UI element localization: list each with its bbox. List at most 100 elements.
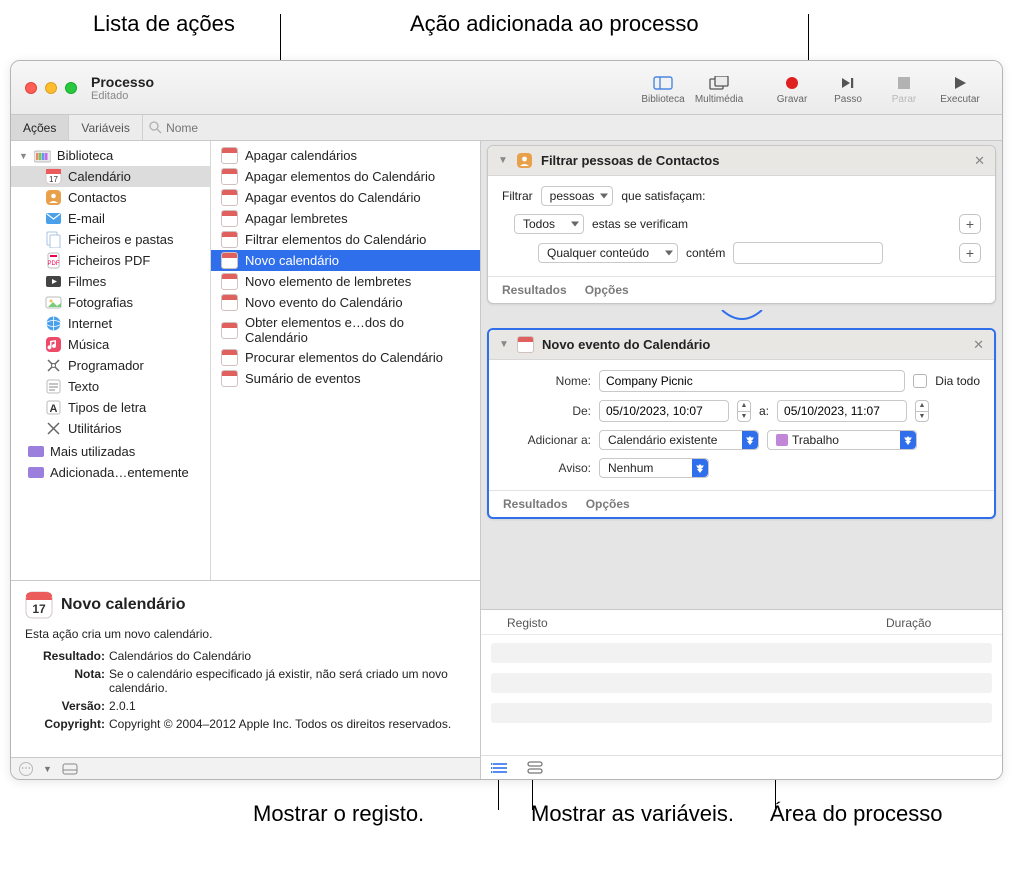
calendar-icon: [221, 147, 238, 164]
to-stepper[interactable]: ▲▼: [915, 400, 929, 422]
sidebar-most-used[interactable]: Mais utilizadas: [11, 441, 210, 462]
show-log-button[interactable]: [491, 761, 509, 775]
disclosure-icon[interactable]: ▼: [499, 339, 509, 350]
add-to-popup[interactable]: Calendário existente: [599, 430, 759, 450]
action-list-item[interactable]: Procurar elementos do Calendário: [211, 347, 480, 368]
filter-scope-popup[interactable]: Todos: [514, 214, 584, 234]
action-list-item[interactable]: Novo elemento de lembretes: [211, 271, 480, 292]
action-options-tab[interactable]: Opções: [586, 497, 630, 511]
from-stepper[interactable]: ▲▼: [737, 400, 751, 422]
toolbar-library-button[interactable]: Biblioteca: [635, 71, 691, 105]
sidebar-item[interactable]: PDFFicheiros PDF: [11, 250, 210, 271]
log-row: [491, 643, 992, 663]
action-list-item[interactable]: Novo evento do Calendário: [211, 292, 480, 313]
hide-detail-button[interactable]: ⋯: [19, 762, 33, 776]
app-window: Processo Editado Biblioteca Multimédia: [10, 60, 1003, 780]
detail-description: Esta ação cria um novo calendário.: [25, 627, 466, 641]
sidebar-item[interactable]: E-mail: [11, 208, 210, 229]
sidebar-item[interactable]: Utilitários: [11, 418, 210, 439]
add-rule-button[interactable]: +: [959, 243, 981, 263]
action-list-item[interactable]: Apagar lembretes: [211, 208, 480, 229]
close-window-button[interactable]: [25, 82, 37, 94]
alert-popup[interactable]: Nenhum: [599, 458, 709, 478]
action-connector: [481, 310, 1002, 326]
zoom-window-button[interactable]: [65, 82, 77, 94]
workflow-action-filter-contacts[interactable]: ▼ Filtrar pessoas de Contactos ✕ Filtrar…: [487, 145, 996, 304]
run-icon: [950, 75, 970, 91]
event-name-input[interactable]: [599, 370, 905, 392]
category-icon: [45, 378, 62, 395]
workflow-action-new-event[interactable]: ▼ Novo evento do Calendário ✕ Nome: Dia …: [487, 328, 996, 519]
category-icon: A: [45, 399, 62, 416]
calendar-icon: [221, 322, 238, 339]
step-icon: [838, 75, 858, 91]
filter-target-popup[interactable]: pessoas: [541, 186, 614, 206]
action-results-tab[interactable]: Resultados: [502, 283, 567, 297]
sidebar-item[interactable]: Internet: [11, 313, 210, 334]
action-list-item[interactable]: Apagar eventos do Calendário: [211, 187, 480, 208]
workflow-area[interactable]: ▼ Filtrar pessoas de Contactos ✕ Filtrar…: [481, 141, 1002, 609]
sidebar-item[interactable]: Filmes: [11, 271, 210, 292]
sidebar-item[interactable]: ATipos de letra: [11, 397, 210, 418]
actions-list[interactable]: Apagar calendáriosApagar elementos do Ca…: [211, 141, 480, 580]
callout-action-added: Ação adicionada ao processo: [410, 10, 699, 39]
filter-field-popup[interactable]: Qualquer conteúdo: [538, 243, 678, 263]
calendar-popup[interactable]: Trabalho: [767, 430, 917, 450]
smart-folder-icon: [27, 443, 44, 460]
category-icon: [45, 231, 62, 248]
detail-disclosure-icon[interactable]: ▼: [43, 764, 52, 774]
sidebar-item[interactable]: Ficheiros e pastas: [11, 229, 210, 250]
titlebar: Processo Editado Biblioteca Multimédia: [11, 61, 1002, 115]
action-list-item[interactable]: Filtrar elementos do Calendário: [211, 229, 480, 250]
sidebar-item[interactable]: Programador: [11, 355, 210, 376]
svg-text:PDF: PDF: [48, 261, 60, 267]
category-icon: [45, 273, 62, 290]
log-pane: Registo Duração: [481, 609, 1002, 779]
calendar-icon: [221, 168, 238, 185]
contacts-icon: [516, 152, 533, 169]
calendar-app-icon: 17: [25, 591, 53, 619]
action-list-item[interactable]: Apagar calendários: [211, 145, 480, 166]
sidebar-recently-added[interactable]: Adicionada…entemente: [11, 462, 210, 483]
event-to-input[interactable]: [777, 400, 907, 422]
calendar-icon: [221, 349, 238, 366]
sidebar-item[interactable]: Música: [11, 334, 210, 355]
action-options-tab[interactable]: Opções: [585, 283, 629, 297]
event-from-input[interactable]: [599, 400, 729, 422]
minimize-window-button[interactable]: [45, 82, 57, 94]
all-day-checkbox[interactable]: [913, 374, 927, 388]
action-list-item[interactable]: Sumário de eventos: [211, 368, 480, 389]
action-list-item[interactable]: Apagar elementos do Calendário: [211, 166, 480, 187]
library-tabbar: Ações Variáveis: [11, 115, 1002, 141]
action-title: Filtrar pessoas de Contactos: [541, 153, 966, 168]
detail-toggle-button[interactable]: [62, 763, 78, 775]
action-list-item[interactable]: Novo calendário: [211, 250, 480, 271]
action-results-tab[interactable]: Resultados: [503, 497, 568, 511]
tab-actions[interactable]: Ações: [11, 115, 69, 140]
sidebar-item[interactable]: Contactos: [11, 187, 210, 208]
sidebar-item[interactable]: Texto: [11, 376, 210, 397]
window-subtitle: Editado: [91, 90, 154, 102]
add-rule-group-button[interactable]: +: [959, 214, 981, 234]
calendar-icon: [221, 189, 238, 206]
toolbar-step-button[interactable]: Passo: [820, 71, 876, 105]
disclosure-icon[interactable]: ▼: [498, 155, 508, 166]
category-icon: PDF: [45, 252, 62, 269]
sidebar-item[interactable]: 17Calendário: [11, 166, 210, 187]
library-sidebar[interactable]: ▼ Biblioteca 17CalendárioContactosE-mail…: [11, 141, 211, 580]
sidebar-library-root[interactable]: ▼ Biblioteca: [11, 145, 210, 166]
toolbar-media-button[interactable]: Multimédia: [691, 71, 747, 105]
tab-variables[interactable]: Variáveis: [69, 115, 142, 140]
remove-action-button[interactable]: ✕: [974, 153, 985, 169]
show-variables-button[interactable]: [527, 761, 543, 775]
search-input[interactable]: [166, 121, 467, 135]
filter-value-input[interactable]: [733, 242, 883, 264]
toolbar-record-button[interactable]: Gravar: [764, 71, 820, 105]
toolbar-run-button[interactable]: Executar: [932, 71, 988, 105]
search-icon: [149, 121, 162, 135]
category-icon: 17: [45, 168, 62, 185]
remove-action-button[interactable]: ✕: [973, 337, 984, 353]
action-list-item[interactable]: Obter elementos e…dos do Calendário: [211, 313, 480, 347]
sidebar-item[interactable]: Fotografias: [11, 292, 210, 313]
log-col-duration: Duração: [886, 616, 986, 630]
